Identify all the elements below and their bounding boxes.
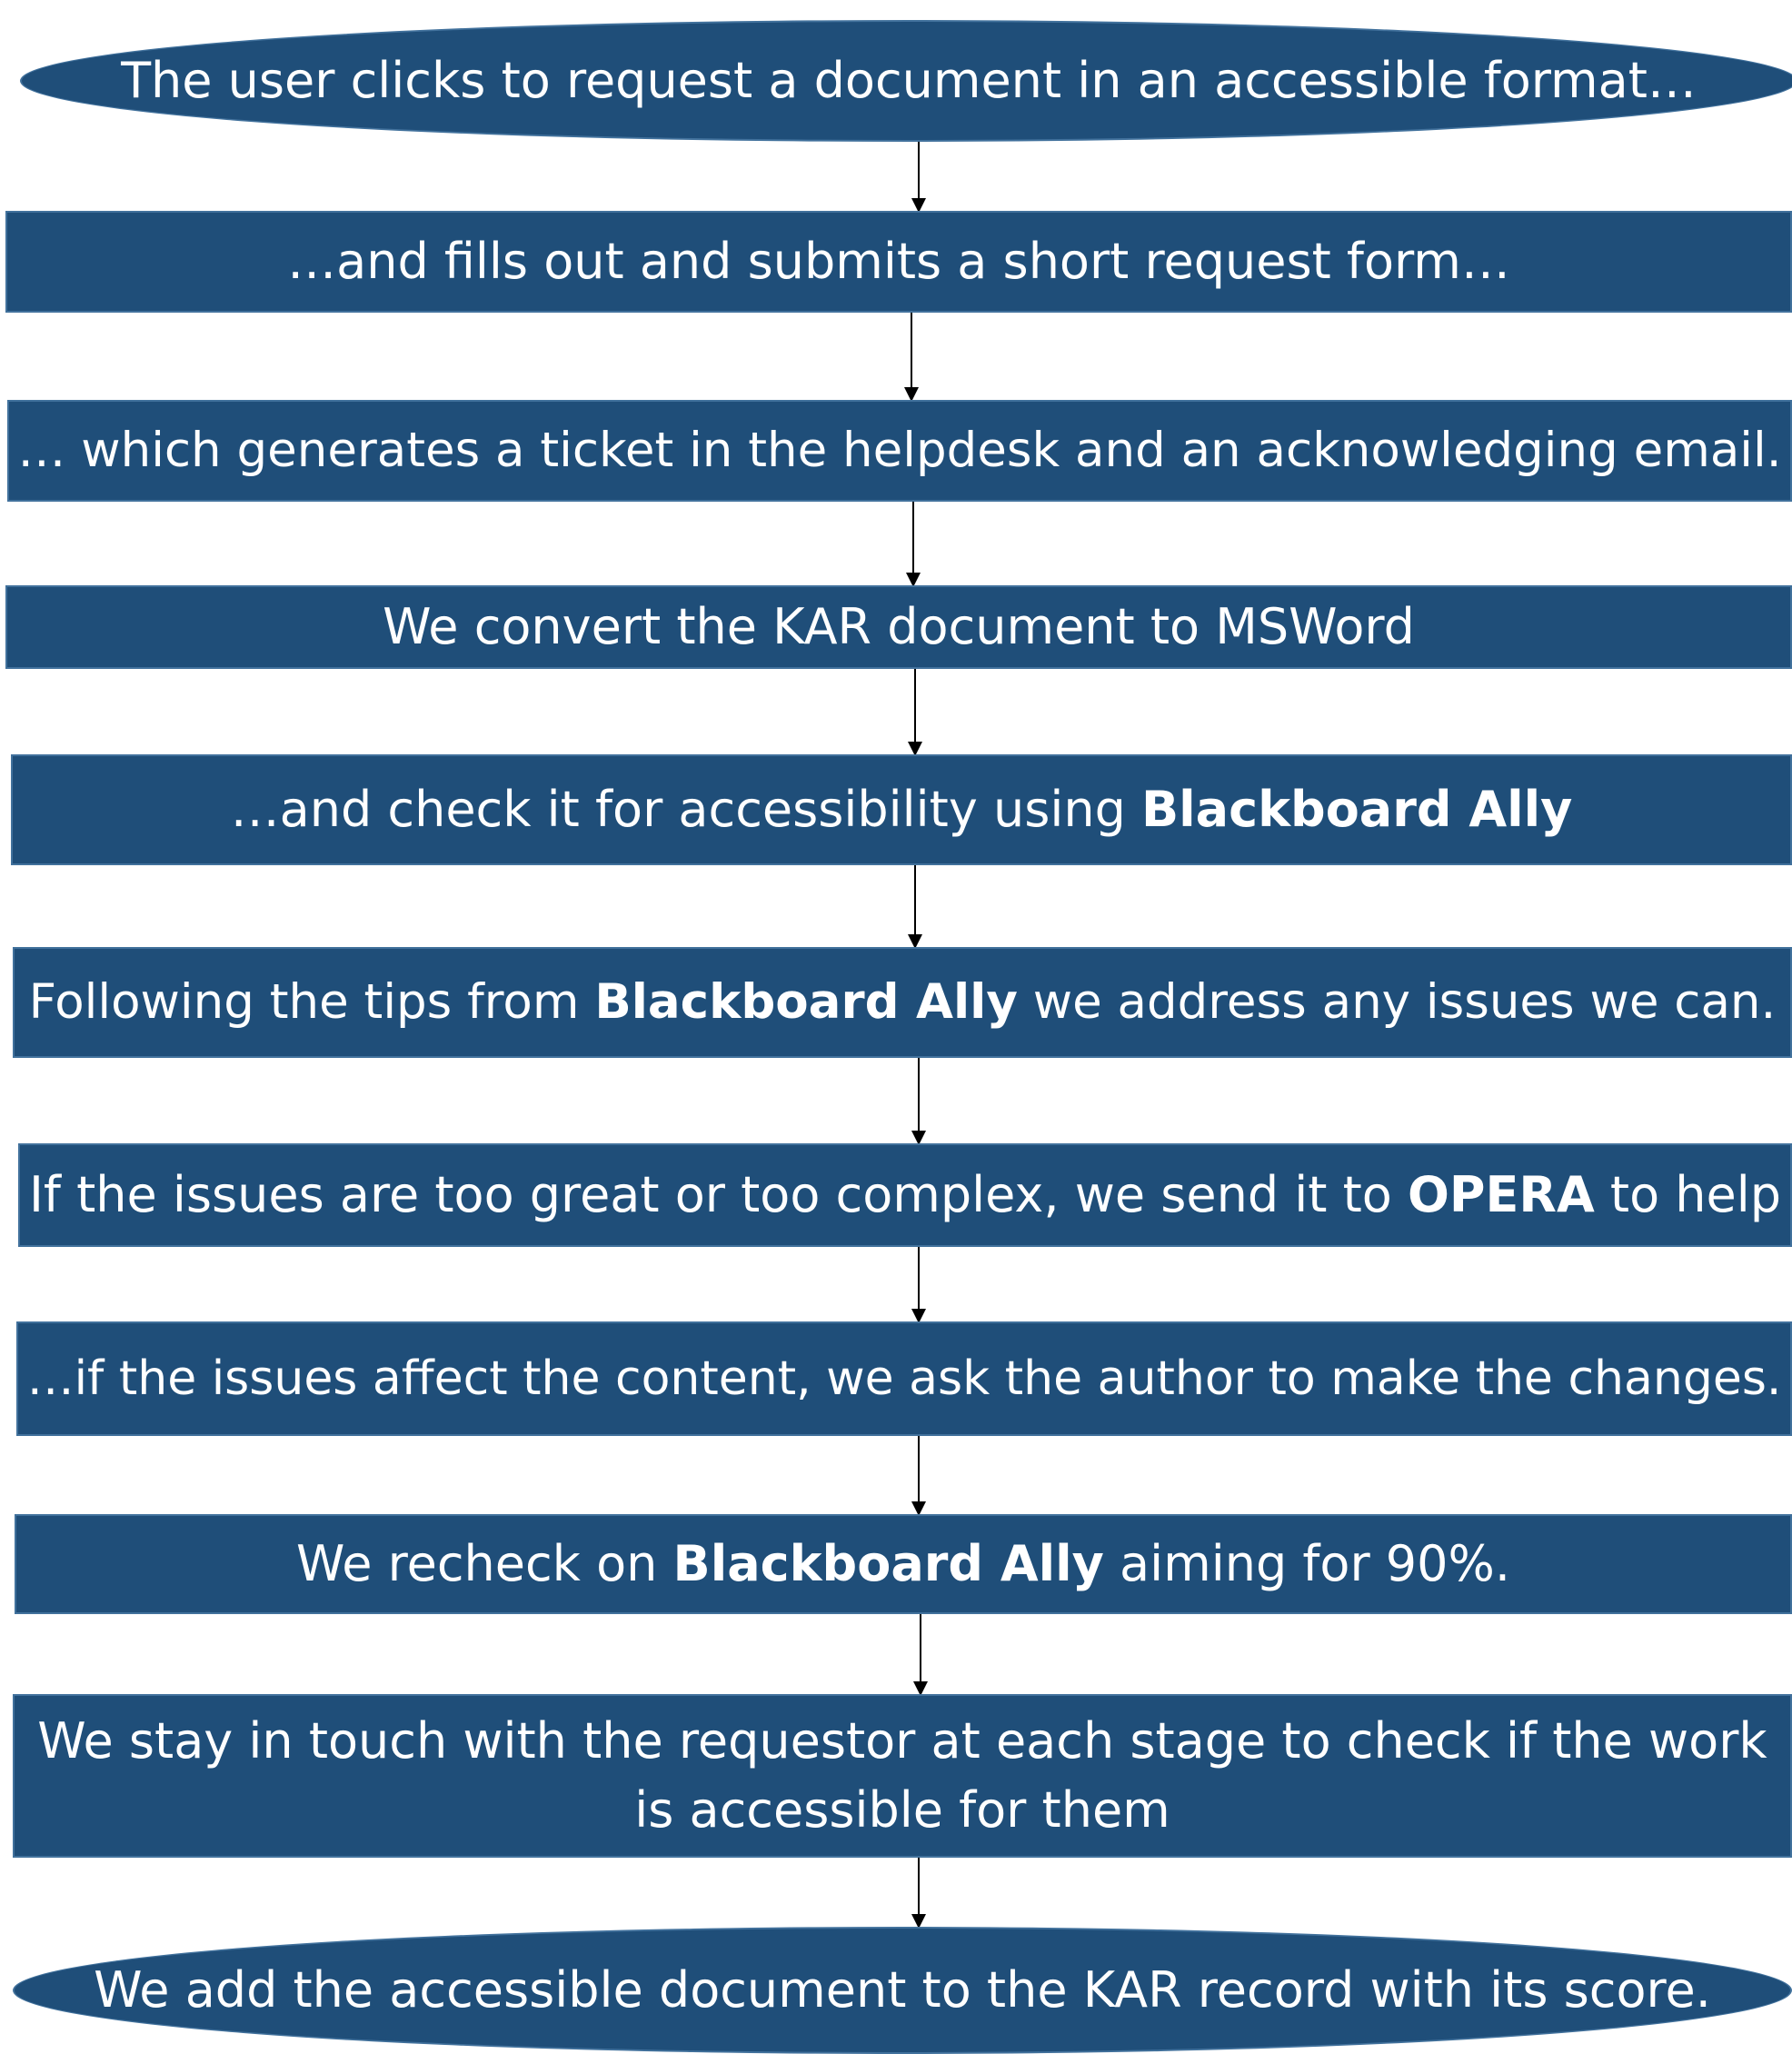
flowchart: The user clicks to request a document in…: [0, 0, 1792, 2054]
step-fill-form-box: …and fills out and submits a short reque…: [5, 211, 1792, 313]
step-label-text: …and fills out and submits a short reque…: [287, 233, 1510, 291]
step-label: We add the accessible document to the KA…: [94, 1956, 1711, 2025]
step-label: …and check it for accessibility using Bl…: [231, 775, 1573, 844]
step-check-ally-box: …and check it for accessibility using Bl…: [11, 754, 1792, 865]
step-ask-author-box: …if the issues affect the content, we as…: [16, 1321, 1792, 1436]
step-label-text: We convert the KAR document to MSWord: [383, 598, 1415, 656]
flow-arrow: [911, 1858, 926, 1929]
step-label-text: aiming for 90%.: [1103, 1535, 1510, 1593]
step-label-text: The user clicks to request a document in…: [121, 52, 1697, 110]
step-label: If the issues are too great or too compl…: [29, 1161, 1781, 1230]
flow-arrow: [908, 669, 922, 756]
step-request-click-terminal: The user clicks to request a document in…: [20, 20, 1792, 142]
step-label: …if the issues affect the content, we as…: [27, 1346, 1782, 1412]
step-label: The user clicks to request a document in…: [121, 46, 1697, 115]
step-send-opera-box: If the issues are too great or too compl…: [18, 1143, 1792, 1247]
step-label-text: We recheck on: [295, 1535, 673, 1593]
step-label: Following the tips from Blackboard Ally …: [29, 969, 1777, 1036]
step-label-emphasis: Blackboard Ally: [1141, 781, 1573, 839]
step-follow-tips-box: Following the tips from Blackboard Ally …: [13, 947, 1792, 1058]
step-ticket-email-box: … which generates a ticket in the helpde…: [7, 400, 1792, 502]
step-label-emphasis: Blackboard Ally: [672, 1535, 1104, 1593]
step-label: We stay in touch with the requestor at e…: [33, 1707, 1772, 1844]
flow-arrow: [908, 865, 922, 949]
step-stay-in-touch-box: We stay in touch with the requestor at e…: [13, 1694, 1792, 1858]
step-label-text: …and check it for accessibility using: [230, 781, 1142, 839]
step-label: We recheck on Blackboard Ally aiming for…: [296, 1530, 1510, 1599]
flow-arrow: [913, 1614, 928, 1696]
flow-arrow: [911, 1436, 926, 1516]
step-convert-msword-box: We convert the KAR document to MSWord: [5, 585, 1792, 669]
step-label-text: If the issues are too great or too compl…: [28, 1166, 1409, 1224]
step-label: …and fills out and submits a short reque…: [287, 227, 1510, 296]
step-label: … which generates a ticket in the helpde…: [17, 417, 1781, 484]
step-label-text: we address any issues we can.: [1017, 973, 1777, 1030]
step-label-text: to help: [1594, 1166, 1782, 1224]
step-label-text: We stay in touch with the requestor at e…: [37, 1712, 1767, 1839]
flow-arrow: [904, 313, 919, 402]
flow-arrow: [911, 142, 926, 213]
step-label-text: …if the issues affect the content, we as…: [26, 1351, 1782, 1406]
step-label-emphasis: OPERA: [1408, 1166, 1595, 1224]
step-label-emphasis: Blackboard Ally: [594, 973, 1018, 1030]
flow-arrow: [911, 1247, 926, 1323]
step-label-text: … which generates a ticket in the helpde…: [17, 422, 1782, 478]
step-add-to-kar-terminal: We add the accessible document to the KA…: [13, 1927, 1792, 2054]
step-label: We convert the KAR document to MSWord: [383, 593, 1415, 662]
step-label-text: Following the tips from: [28, 973, 595, 1030]
step-label-text: We add the accessible document to the KA…: [94, 1961, 1711, 2019]
flow-arrow: [911, 1058, 926, 1145]
flow-arrow: [906, 502, 921, 587]
step-recheck-ally-box: We recheck on Blackboard Ally aiming for…: [15, 1514, 1792, 1614]
